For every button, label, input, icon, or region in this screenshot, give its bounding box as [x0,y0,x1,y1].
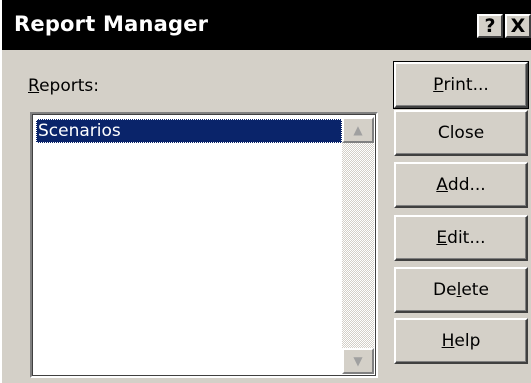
edit-button[interactable]: Edit... [394,215,528,261]
close-icon: X [510,14,526,37]
help-button[interactable]: Help [394,318,528,364]
reports-listbox[interactable]: Scenarios ▲ ▼ [30,112,378,378]
reports-label: Reports: [28,76,99,96]
scroll-down-button[interactable]: ▼ [342,348,374,374]
window-title: Report Manager [14,12,209,36]
delete-button[interactable]: De l ete [394,267,528,313]
report-manager-dialog: Report Manager ? X Reports: Scenarios ▲ … [0,0,531,383]
add-button[interactable]: Add... [394,162,528,208]
close-button[interactable]: Close [394,110,528,156]
title-bar[interactable]: Report Manager ? X [2,0,531,50]
scroll-up-button[interactable]: ▲ [342,117,374,143]
print-button[interactable]: Print... [393,61,529,109]
close-title-button[interactable]: X [505,14,531,38]
scroll-up-arrow-icon: ▲ [353,123,363,137]
help-title-button[interactable]: ? [477,14,503,38]
list-item-scenarios[interactable]: Scenarios [36,119,342,143]
question-mark-icon: ? [484,14,496,37]
vertical-scrollbar[interactable]: ▲ ▼ [342,117,374,374]
scroll-down-arrow-icon: ▼ [353,354,363,368]
